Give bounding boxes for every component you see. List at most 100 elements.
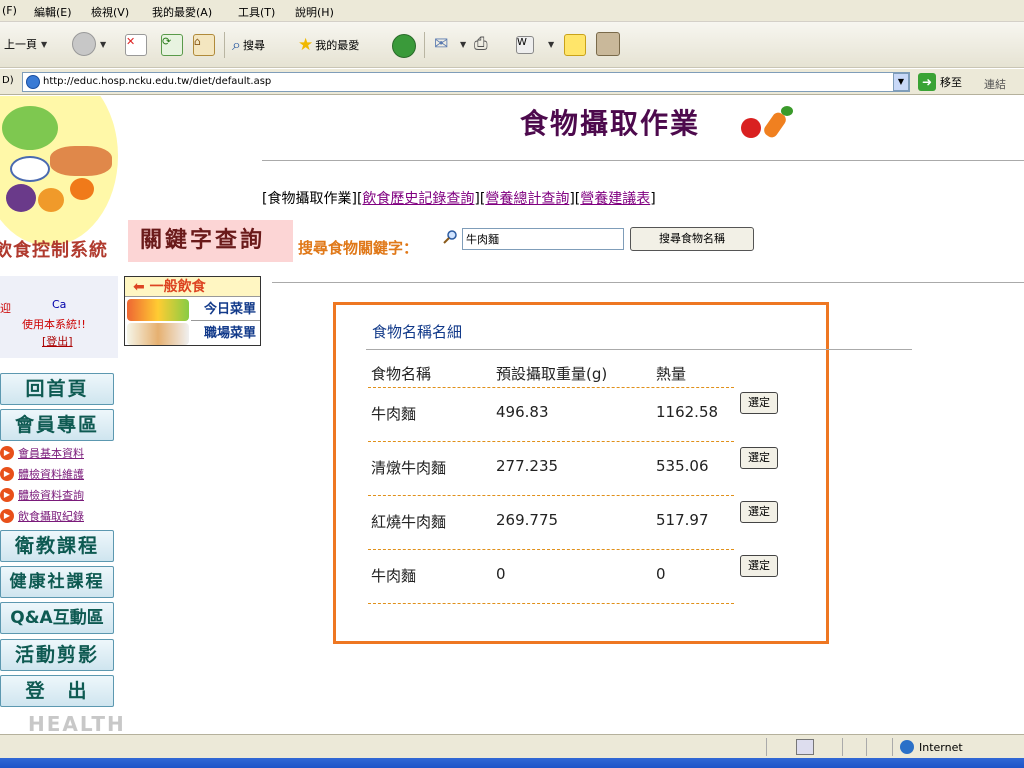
edit-icon[interactable]: W bbox=[516, 36, 534, 54]
work-menu-link[interactable]: 職場菜單 bbox=[191, 322, 260, 345]
magnifier-icon: ⌕ bbox=[232, 35, 241, 54]
food-name: 牛肉麵 bbox=[371, 405, 417, 423]
results-title: 食物名稱名細 bbox=[372, 323, 463, 341]
nav-activities-button[interactable]: 活動剪影 bbox=[0, 639, 114, 671]
mail-icon[interactable]: ✉ bbox=[434, 34, 448, 54]
chevron-down-icon[interactable]: ▼ bbox=[460, 40, 466, 49]
links-label[interactable]: 連結 bbox=[984, 76, 1006, 92]
menu-help[interactable]: 說明(H) bbox=[295, 4, 334, 20]
divider bbox=[262, 160, 1024, 161]
bracket: ][ bbox=[569, 191, 581, 207]
bracket: ] bbox=[650, 191, 656, 207]
print-icon[interactable]: ⎙ bbox=[474, 34, 488, 54]
user-name: Ca bbox=[52, 298, 67, 311]
go-button[interactable]: ➜ 移至 bbox=[918, 73, 962, 91]
system-title: 飲食控制系統 bbox=[0, 240, 108, 261]
tab-diet-history[interactable]: 飲食歷史記錄查詢 bbox=[362, 191, 474, 207]
row-divider bbox=[368, 549, 734, 550]
play-bullet-icon: ▶ bbox=[0, 509, 14, 523]
select-button[interactable]: 選定 bbox=[740, 392, 778, 414]
page-title: 食物攝取作業 bbox=[520, 107, 701, 140]
food-weight: 269.775 bbox=[496, 511, 559, 529]
arrow-left-icon: ⬅ bbox=[133, 279, 150, 295]
zone-label: Internet bbox=[919, 740, 963, 754]
sidebar: 飲食控制系統 迎 Ca 使用本系統!! [登出] 回首頁 會員專區 ▶ 會員基本資… bbox=[0, 96, 124, 734]
search-food-button[interactable]: 搜尋食物名稱 bbox=[630, 227, 754, 251]
food-logo-image bbox=[0, 96, 118, 246]
stop-icon[interactable]: ✕ bbox=[125, 34, 147, 56]
go-label: 移至 bbox=[940, 76, 962, 89]
food-weight: 277.235 bbox=[496, 457, 559, 475]
address-input[interactable]: http://educ.hosp.ncku.edu.tw/diet/defaul… bbox=[22, 72, 910, 92]
general-diet-label: 一般飲食 bbox=[149, 279, 206, 295]
favorites-button[interactable]: ★ 我的最愛 bbox=[298, 35, 359, 55]
nav-qa-button[interactable]: Q&A互動區 bbox=[0, 602, 114, 634]
favorites-label: 我的最愛 bbox=[315, 39, 360, 52]
address-bar: D) http://educ.hosp.ncku.edu.tw/diet/def… bbox=[0, 69, 1024, 95]
sublink-checkup-maintain[interactable]: ▶ 體檢資料維護 bbox=[0, 466, 84, 482]
menu-edit[interactable]: 編輯(E) bbox=[34, 4, 72, 20]
search-keyword-label: 搜尋食物關鍵字： bbox=[298, 239, 419, 257]
tab-nutrition-advice[interactable]: 營養建議表 bbox=[580, 191, 650, 207]
security-zone: Internet bbox=[900, 740, 963, 754]
star-icon: ★ bbox=[298, 35, 314, 55]
select-button[interactable]: 選定 bbox=[740, 501, 778, 523]
welcome-text: 使用本系統!! bbox=[22, 318, 86, 331]
select-button[interactable]: 選定 bbox=[740, 555, 778, 577]
menu-tools[interactable]: 工具(T) bbox=[238, 4, 275, 20]
nav-member-button[interactable]: 會員專區 bbox=[0, 409, 114, 441]
food-calories: 517.97 bbox=[656, 511, 709, 529]
browser-toolbar: 上一頁 ▼ ▼ ✕ ⟳ ⌂ ⌕ 搜尋 ★ 我的最愛 ✉ ▼ ⎙ W ▼ bbox=[0, 22, 1024, 68]
row-divider bbox=[368, 387, 734, 388]
menu-file[interactable]: (F) bbox=[2, 4, 17, 17]
address-dropdown-icon[interactable]: ▼ bbox=[893, 73, 909, 91]
menu-view[interactable]: 檢視(V) bbox=[91, 4, 129, 20]
back-button[interactable]: 上一頁 ▼ bbox=[4, 36, 47, 52]
chevron-down-icon: ▼ bbox=[100, 39, 107, 49]
tab-food-intake: [食物攝取作業] bbox=[262, 191, 357, 207]
health-footer-text: HEALTH bbox=[28, 712, 126, 734]
menu-favorites[interactable]: 我的最愛(A) bbox=[152, 4, 212, 20]
sublink-member-info[interactable]: ▶ 會員基本資料 bbox=[0, 445, 84, 461]
tab-nutrition-total[interactable]: 營養總計查詢 bbox=[485, 191, 569, 207]
nav-health-course-button[interactable]: 衛教課程 bbox=[0, 530, 114, 562]
folder-icon[interactable] bbox=[564, 34, 586, 56]
ie-page-icon bbox=[26, 75, 40, 89]
messenger-icon[interactable] bbox=[596, 32, 620, 56]
results-panel: 食物名稱名細 食物名稱 預設攝取重量(g) 熱量 牛肉麵 496.83 1162… bbox=[333, 302, 912, 644]
header-weight: 預設攝取重量(g) bbox=[496, 365, 608, 383]
taskbar bbox=[0, 758, 1024, 768]
chevron-down-icon: ▼ bbox=[41, 39, 48, 49]
forward-button[interactable]: ▼ bbox=[72, 32, 106, 56]
nav-wellness-course-button[interactable]: 健康社課程 bbox=[0, 566, 114, 598]
history-icon[interactable] bbox=[392, 34, 416, 58]
refresh-icon[interactable]: ⟳ bbox=[161, 34, 183, 56]
play-bullet-icon: ▶ bbox=[0, 467, 14, 481]
bracket: ][ bbox=[474, 191, 486, 207]
nav-logout-button[interactable]: 登 出 bbox=[0, 675, 114, 707]
address-url: http://educ.hosp.ncku.edu.tw/diet/defaul… bbox=[43, 76, 272, 87]
food-calories: 535.06 bbox=[656, 457, 709, 475]
today-menu-link[interactable]: 今日菜單 bbox=[191, 298, 260, 321]
sublink-checkup-query[interactable]: ▶ 體檢資料查詢 bbox=[0, 487, 84, 503]
logout-link[interactable]: [登出] bbox=[42, 333, 73, 349]
address-label: D) bbox=[2, 75, 14, 86]
row-divider bbox=[368, 603, 734, 604]
general-diet-link[interactable]: ⬅ 一般飲食 bbox=[125, 277, 260, 297]
food-weight: 496.83 bbox=[496, 403, 549, 421]
nav-home-button[interactable]: 回首頁 bbox=[0, 373, 114, 405]
divider bbox=[272, 282, 1024, 283]
search-input[interactable] bbox=[462, 228, 624, 250]
home-icon[interactable]: ⌂ bbox=[193, 34, 215, 56]
sublink-diet-record[interactable]: ▶ 飲食攝取紀錄 bbox=[0, 508, 84, 524]
welcome-prefix: 迎 bbox=[0, 302, 11, 315]
chevron-down-icon[interactable]: ▼ bbox=[548, 40, 554, 49]
status-bar: Internet bbox=[0, 734, 1024, 758]
food-calories: 0 bbox=[656, 565, 666, 583]
sublink-label: 體檢資料維護 bbox=[18, 468, 84, 481]
fruit-image bbox=[127, 299, 189, 321]
select-button[interactable]: 選定 bbox=[740, 447, 778, 469]
divider bbox=[366, 349, 912, 350]
search-toolbar-button[interactable]: ⌕ 搜尋 bbox=[232, 35, 265, 55]
status-page-icon bbox=[796, 739, 814, 755]
